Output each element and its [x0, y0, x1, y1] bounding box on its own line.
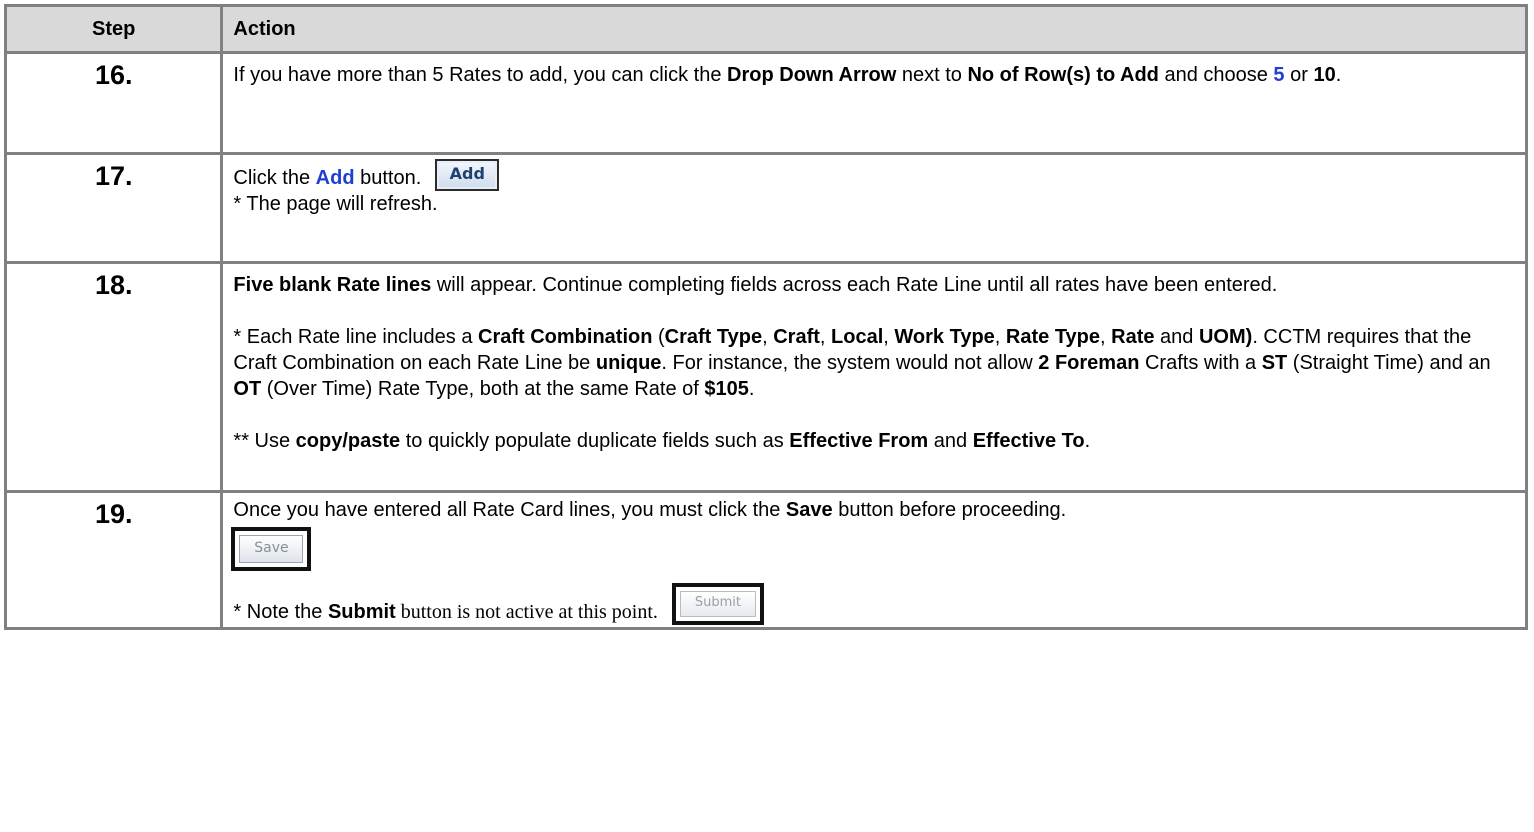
submit-button: Submit	[679, 591, 756, 617]
table-row: 16. If you have more than 5 Rates to add…	[3, 51, 1528, 155]
submit-button-frame: Submit	[671, 583, 764, 625]
action-text: Once you have entered all Rate Card line…	[220, 490, 1528, 630]
step-18-paragraph-2: * Each Rate line includes a Craft Combin…	[233, 326, 1491, 400]
save-button-frame: Save	[231, 527, 312, 571]
step-number: 17.	[3, 152, 224, 264]
table-header-row: Step Action	[3, 4, 1528, 54]
table-row: 19. Once you have entered all Rate Card …	[3, 490, 1528, 630]
step-16-instruction: If you have more than 5 Rates to add, yo…	[233, 64, 1342, 86]
action-text: Click the Add button. Add * The page will…	[220, 152, 1528, 264]
step-column-header: Step	[3, 4, 224, 54]
step-19-note: * Note the Submit button is not active a…	[233, 583, 1515, 625]
step-18-paragraph-3: ** Use copy/paste to quickly populate du…	[233, 430, 1091, 452]
action-text: If you have more than 5 Rates to add, yo…	[220, 51, 1528, 155]
step-18-paragraph-1: Five blank Rate lines will appear. Conti…	[233, 274, 1278, 296]
step-19-instruction: Once you have entered all Rate Card line…	[233, 499, 1067, 521]
step-number: 19.	[3, 490, 224, 630]
action-text: Five blank Rate lines will appear. Conti…	[220, 261, 1528, 493]
step-17-instruction: Click the Add button. Add	[233, 159, 1515, 191]
table-row: 17. Click the Add button. Add * The page …	[3, 152, 1528, 264]
action-column-header: Action	[220, 4, 1528, 54]
step-number: 16.	[3, 51, 224, 155]
add-button[interactable]: Add	[435, 159, 500, 191]
step-number: 18.	[3, 261, 224, 493]
procedure-table: Step Action 16. If you have more than 5 …	[3, 4, 1528, 630]
table-row: 18. Five blank Rate lines will appear. C…	[3, 261, 1528, 493]
save-button[interactable]: Save	[239, 535, 304, 563]
step-17-note: * The page will refresh.	[233, 193, 438, 215]
